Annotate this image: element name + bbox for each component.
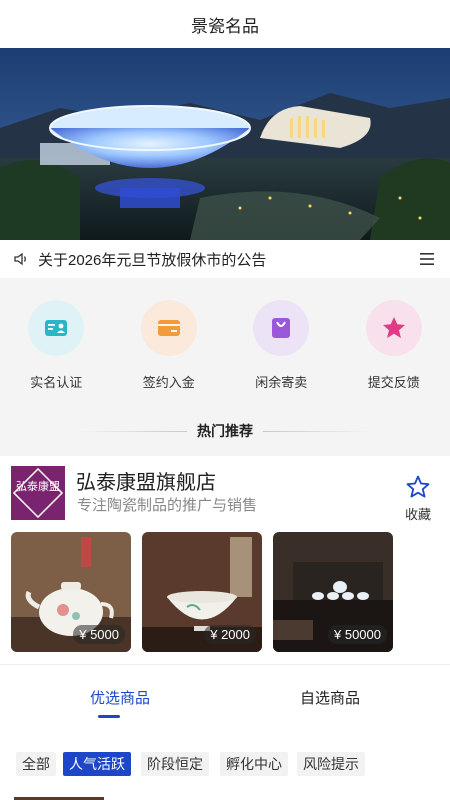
page-title: 景瓷名品	[191, 16, 259, 36]
shopping-bag-icon	[253, 300, 310, 356]
banner-image	[0, 48, 450, 240]
shop-card[interactable]: 弘泰康盟 弘泰康盟旗舰店 专注陶瓷制品的推广与销售 收藏 ¥ 5000 ¥ 20…	[0, 456, 450, 664]
quick-action-label: 提交反馈	[367, 375, 420, 390]
product-tabs: 优选商品 自选商品	[0, 664, 450, 740]
app-header: 景瓷名品	[0, 0, 450, 48]
product-price: ¥ 50000	[328, 625, 387, 644]
quick-action-label: 闲余寄卖	[255, 375, 308, 390]
product-card[interactable]: ¥ 2000	[142, 532, 262, 652]
id-card-icon	[28, 300, 85, 356]
divider	[77, 430, 187, 432]
filter-all[interactable]: 全部	[16, 752, 56, 776]
shop-logo: 弘泰康盟	[11, 466, 65, 520]
product-price: ¥ 5000	[73, 625, 125, 644]
filter-incubation[interactable]: 孵化中心	[220, 752, 288, 776]
product-card[interactable]: ¥ 50000	[273, 532, 393, 652]
product-card[interactable]: ¥ 5000	[11, 532, 131, 652]
filter-popular[interactable]: 人气活跃	[63, 752, 131, 776]
menu-icon[interactable]	[416, 248, 438, 270]
hot-title: 热门推荐	[197, 423, 253, 439]
shop-description: 专注陶瓷制品的推广与销售	[77, 497, 258, 514]
quick-action-consign[interactable]: 闲余寄卖	[225, 278, 338, 396]
speaker-icon	[14, 252, 26, 266]
active-tab-indicator	[98, 715, 120, 718]
tab-preferred[interactable]: 优选商品	[90, 687, 150, 708]
product-list: ¥ 5000 ¥ 2000 ¥ 50000	[11, 532, 393, 652]
filter-stable[interactable]: 阶段恒定	[141, 752, 209, 776]
favorite-label: 收藏	[404, 507, 431, 522]
hot-section-title: 热门推荐	[0, 408, 450, 454]
quick-action-verify[interactable]: 实名认证	[0, 278, 113, 396]
quick-action-label: 签约入金	[142, 375, 195, 390]
notice-bar[interactable]: 关于2026年元旦节放假休市的公告	[0, 240, 450, 278]
quick-action-deposit[interactable]: 签约入金	[113, 278, 226, 396]
shop-logo-text: 弘泰康盟	[16, 479, 60, 493]
star-outline-icon	[406, 475, 430, 498]
banner-carousel[interactable]	[0, 48, 450, 240]
star-icon	[365, 300, 422, 356]
quick-action-feedback[interactable]: 提交反馈	[338, 278, 450, 396]
product-price: ¥ 2000	[204, 625, 256, 644]
filter-bar: 全部 人气活跃 阶段恒定 孵化中心 风险提示	[0, 740, 450, 800]
filter-risk[interactable]: 风险提示	[297, 752, 365, 776]
notice-text[interactable]: 关于2026年元旦节放假休市的公告	[38, 249, 416, 270]
favorite-button[interactable]: 收藏	[400, 474, 436, 523]
shop-name[interactable]: 弘泰康盟旗舰店	[76, 466, 216, 495]
card-icon	[140, 300, 197, 356]
divider	[263, 430, 373, 432]
tab-self-selected[interactable]: 自选商品	[300, 687, 360, 708]
quick-actions: 实名认证 签约入金 闲余寄卖 提交反馈	[0, 278, 450, 396]
quick-action-label: 实名认证	[30, 375, 83, 390]
